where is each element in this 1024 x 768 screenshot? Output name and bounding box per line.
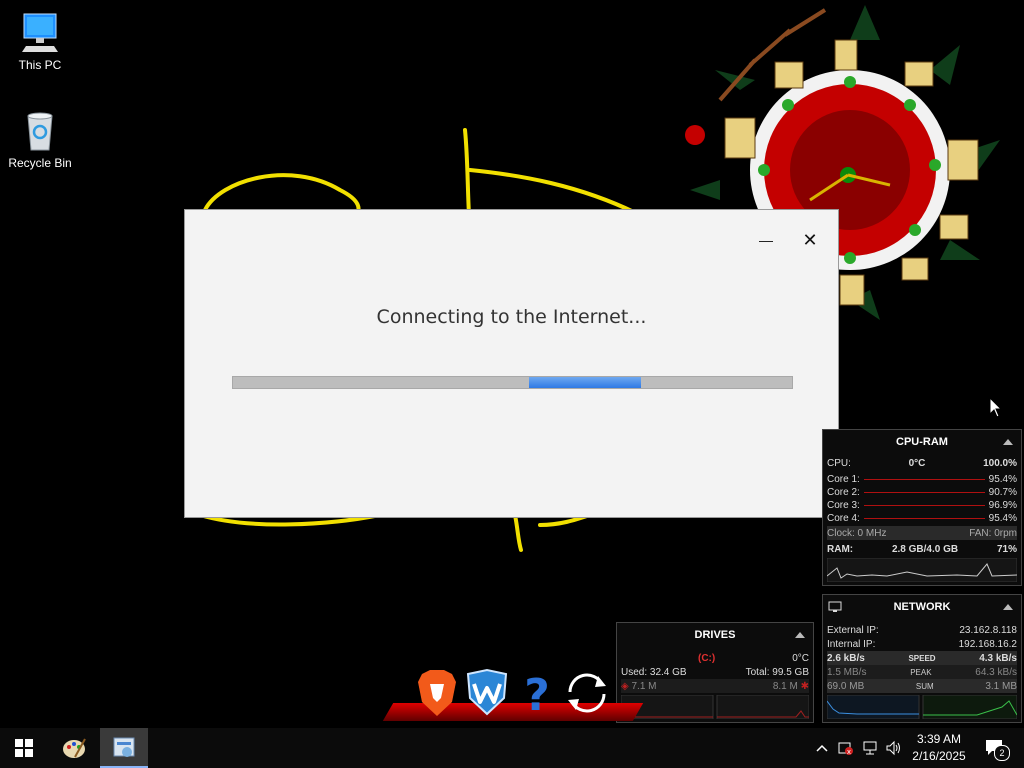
ram-usage-graph <box>827 558 1017 582</box>
drive-write: 8.1 M <box>772 680 798 692</box>
collapse-arrow-icon[interactable] <box>1003 604 1013 610</box>
recycle-bin-icon <box>18 108 62 152</box>
sum-up: 3.1 MB <box>985 680 1017 692</box>
clock-time: 3:39 AM <box>916 732 962 746</box>
show-hidden-icons-chevron[interactable] <box>812 728 832 768</box>
clock-date: 2/16/2025 <box>912 749 966 763</box>
close-button[interactable]: ✕ <box>795 228 825 252</box>
core-value: 96.9% <box>988 499 1017 511</box>
desktop-icon-this-pc[interactable]: This PC <box>0 10 80 72</box>
start-button[interactable] <box>0 728 48 768</box>
progress-fill <box>529 377 642 388</box>
minimize-icon: — <box>759 232 773 248</box>
speed-up: 4.3 kB/s <box>979 652 1017 664</box>
speed-label: SPEED <box>908 653 936 663</box>
svg-text:x: x <box>847 748 851 756</box>
cpu-ram-gadget: CPU-RAM CPU: 0°C 100.0% Core 1: 95.4% Co… <box>822 429 1022 586</box>
drive-total: Total: 99.5 GB <box>745 666 809 678</box>
core-label: Core 2: <box>827 486 860 498</box>
core-label: Core 1: <box>827 473 860 485</box>
core-label: Core 3: <box>827 499 860 511</box>
drives-gadget: DRIVES (C:) 0°C Used: 32.4 GB Total: 99.… <box>616 622 814 723</box>
cpu-ram-title: CPU-RAM <box>896 436 948 448</box>
tray-network[interactable] <box>860 728 880 768</box>
progress-bar <box>232 376 793 389</box>
palette-icon <box>63 738 86 758</box>
drives-title: DRIVES <box>694 629 736 641</box>
core-value: 95.4% <box>988 512 1017 524</box>
external-ip-value: 23.162.8.118 <box>959 624 1017 636</box>
drive-activity-graph <box>621 695 809 719</box>
this-pc-label: This PC <box>18 58 62 72</box>
taskbar-paint-app[interactable] <box>50 728 98 768</box>
drive-temp: 0°C <box>792 652 809 664</box>
drive-letter: (C:) <box>697 652 716 664</box>
desktop-icon-recycle-bin[interactable]: Recycle Bin <box>0 108 80 170</box>
drive-used: Used: 32.4 GB <box>621 666 687 678</box>
ram-label: RAM: <box>827 543 854 555</box>
taskbar-active-installer[interactable] <box>100 728 148 768</box>
recycle-bin-label: Recycle Bin <box>8 156 72 170</box>
collapse-arrow-icon[interactable] <box>795 632 805 638</box>
collapse-arrow-icon[interactable] <box>1003 439 1013 445</box>
windows-logo-icon <box>15 739 33 757</box>
action-center-button[interactable]: 2 <box>980 728 1010 768</box>
cpu-percent: 100.0% <box>983 457 1017 469</box>
close-icon: ✕ <box>802 229 818 250</box>
svg-text:?: ? <box>524 670 550 718</box>
status-message: Connecting to the Internet... <box>376 306 647 328</box>
fan-speed: FAN: 0rpm <box>969 527 1017 539</box>
internal-ip-label: Internal IP: <box>827 638 876 650</box>
help-question-icon[interactable]: ? <box>514 668 560 721</box>
cpu-clock: Clock: 0 MHz <box>827 527 887 539</box>
internal-ip-value: 192.168.16.2 <box>958 638 1017 650</box>
external-ip-label: External IP: <box>827 624 879 636</box>
cpu-label: CPU: <box>827 457 851 469</box>
ram-percent: 71% <box>996 543 1017 555</box>
network-traffic-graph <box>827 695 1017 719</box>
speed-down: 2.6 kB/s <box>827 652 865 664</box>
chevron-up-icon <box>816 744 828 752</box>
core-label: Core 4: <box>827 512 860 524</box>
network-monitor-icon <box>828 601 842 612</box>
mouse-cursor-icon <box>989 397 1003 418</box>
core-value: 95.4% <box>988 473 1017 485</box>
taskbar-clock[interactable]: 3:39 AM 2/16/2025 <box>900 731 978 765</box>
tray-security-alert[interactable]: x <box>836 728 856 768</box>
cpu-temp: 0°C <box>908 457 926 469</box>
connecting-dialog: — ✕ Connecting to the Internet... <box>184 209 839 518</box>
network-icon <box>863 741 877 755</box>
peak-down: 1.5 MB/s <box>827 666 867 678</box>
ram-value: 2.8 GB/4.0 GB <box>891 543 959 555</box>
installer-icon <box>113 737 135 757</box>
core-value: 90.7% <box>988 486 1017 498</box>
drive-read: 7.1 M <box>631 680 657 692</box>
sum-label: SUM <box>915 681 934 691</box>
read-icon: ◈ <box>621 680 629 692</box>
notification-count-badge: 2 <box>994 745 1010 761</box>
wise-care-shield-icon[interactable] <box>464 668 510 718</box>
minimize-button[interactable]: — <box>751 228 781 252</box>
sum-down: 69.0 MB <box>827 680 865 692</box>
monitor-icon <box>18 10 62 54</box>
peak-label: PEAK <box>910 667 932 677</box>
network-gadget: NETWORK External IP: 23.162.8.118 Intern… <box>822 594 1022 723</box>
security-alert-icon: x <box>838 742 853 756</box>
brave-browser-icon[interactable] <box>414 668 460 718</box>
peak-up: 64.3 kB/s <box>975 666 1017 678</box>
sync-refresh-icon[interactable] <box>562 668 608 718</box>
write-icon: ✱ <box>800 680 809 692</box>
network-title: NETWORK <box>893 601 951 613</box>
